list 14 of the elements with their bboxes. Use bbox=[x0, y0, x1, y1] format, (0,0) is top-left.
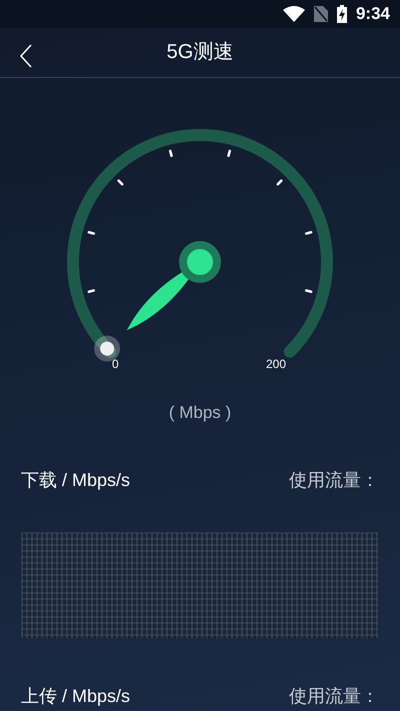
wifi-icon bbox=[282, 6, 305, 22]
usage-label: 使用流量： bbox=[289, 684, 379, 708]
section-title: 上传 / Mbps/s bbox=[21, 684, 130, 708]
usage-label: 使用流量： bbox=[289, 468, 379, 492]
gauge-max-label: 200 bbox=[266, 356, 286, 372]
section-title: 下载 / Mbps/s bbox=[21, 468, 130, 492]
battery-charging-icon bbox=[336, 5, 347, 24]
back-icon bbox=[20, 44, 32, 68]
status-time: 9:34 bbox=[356, 3, 390, 26]
no-sim-icon bbox=[314, 6, 328, 22]
page-title: 5G测速 bbox=[166, 40, 234, 66]
gauge-knob bbox=[94, 335, 120, 362]
gauge-min-label: 0 bbox=[112, 356, 119, 372]
unit-label: ( Mbps ) bbox=[168, 402, 232, 424]
